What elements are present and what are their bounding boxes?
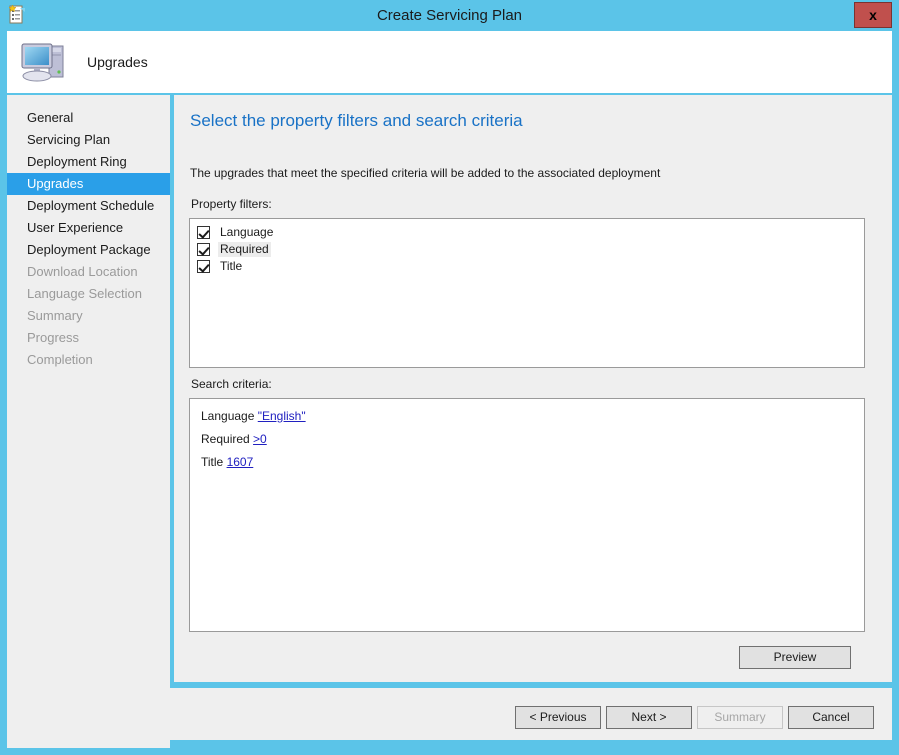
- property-filters-label: Property filters:: [191, 197, 272, 211]
- search-criteria-value-link[interactable]: "English": [258, 409, 306, 423]
- previous-button[interactable]: < Previous: [515, 706, 601, 729]
- search-criteria-row: Title 1607: [190, 451, 864, 474]
- title-bar[interactable]: Create Servicing Plan x: [0, 0, 899, 31]
- checkbox-checked-icon[interactable]: [197, 260, 210, 273]
- property-filter-row[interactable]: Required: [190, 241, 864, 258]
- close-icon[interactable]: x: [854, 2, 892, 28]
- sidebar-item-language-selection: Language Selection: [7, 283, 170, 305]
- property-filters-list[interactable]: Language Required Title: [189, 218, 865, 368]
- create-servicing-plan-window: Create Servicing Plan x: [0, 0, 899, 755]
- search-criteria-property: Title: [201, 455, 223, 469]
- search-criteria-row: Required >0: [190, 428, 864, 451]
- property-filter-label: Language: [218, 225, 275, 240]
- sidebar-item-general[interactable]: General: [7, 107, 170, 129]
- sidebar-item-download-location: Download Location: [7, 261, 170, 283]
- search-criteria-property: Language: [201, 409, 254, 423]
- sidebar-item-deployment-package[interactable]: Deployment Package: [7, 239, 170, 261]
- search-criteria-value-link[interactable]: >0: [253, 432, 267, 446]
- checkbox-checked-icon[interactable]: [197, 226, 210, 239]
- page-description: The upgrades that meet the specified cri…: [190, 166, 660, 180]
- wizard-sidebar: GeneralServicing PlanDeployment RingUpgr…: [7, 95, 170, 748]
- sidebar-item-deployment-ring[interactable]: Deployment Ring: [7, 151, 170, 173]
- wizard-step-list: GeneralServicing PlanDeployment RingUpgr…: [7, 107, 170, 371]
- search-criteria-label: Search criteria:: [191, 377, 272, 391]
- sidebar-item-summary: Summary: [7, 305, 170, 327]
- property-filter-label: Required: [218, 242, 271, 257]
- search-criteria-list[interactable]: Language "English"Required >0Title 1607: [189, 398, 865, 632]
- search-criteria-property: Required: [201, 432, 250, 446]
- window-title: Create Servicing Plan: [0, 0, 899, 31]
- main-content-panel: Select the property filters and search c…: [174, 95, 892, 682]
- sidebar-item-deployment-schedule[interactable]: Deployment Schedule: [7, 195, 170, 217]
- computer-icon: [18, 37, 72, 87]
- page-header-title: Upgrades: [87, 31, 148, 93]
- property-filter-row[interactable]: Title: [190, 258, 864, 275]
- sidebar-item-servicing-plan[interactable]: Servicing Plan: [7, 129, 170, 151]
- page-title: Select the property filters and search c…: [190, 111, 523, 131]
- next-button[interactable]: Next >: [606, 706, 692, 729]
- summary-button: Summary: [697, 706, 783, 729]
- sidebar-item-completion: Completion: [7, 349, 170, 371]
- dialog-footer: < Previous Next > Summary Cancel: [7, 688, 892, 740]
- search-criteria-value-link[interactable]: 1607: [227, 455, 254, 469]
- property-filter-label: Title: [218, 259, 244, 274]
- sidebar-item-user-experience[interactable]: User Experience: [7, 217, 170, 239]
- sidebar-item-upgrades[interactable]: Upgrades: [7, 173, 170, 195]
- sidebar-item-progress: Progress: [7, 327, 170, 349]
- property-filter-row[interactable]: Language: [190, 224, 864, 241]
- checkbox-checked-icon[interactable]: [197, 243, 210, 256]
- search-criteria-row: Language "English": [190, 405, 864, 428]
- cancel-button[interactable]: Cancel: [788, 706, 874, 729]
- page-header-band: Upgrades: [7, 31, 892, 93]
- preview-button[interactable]: Preview: [739, 646, 851, 669]
